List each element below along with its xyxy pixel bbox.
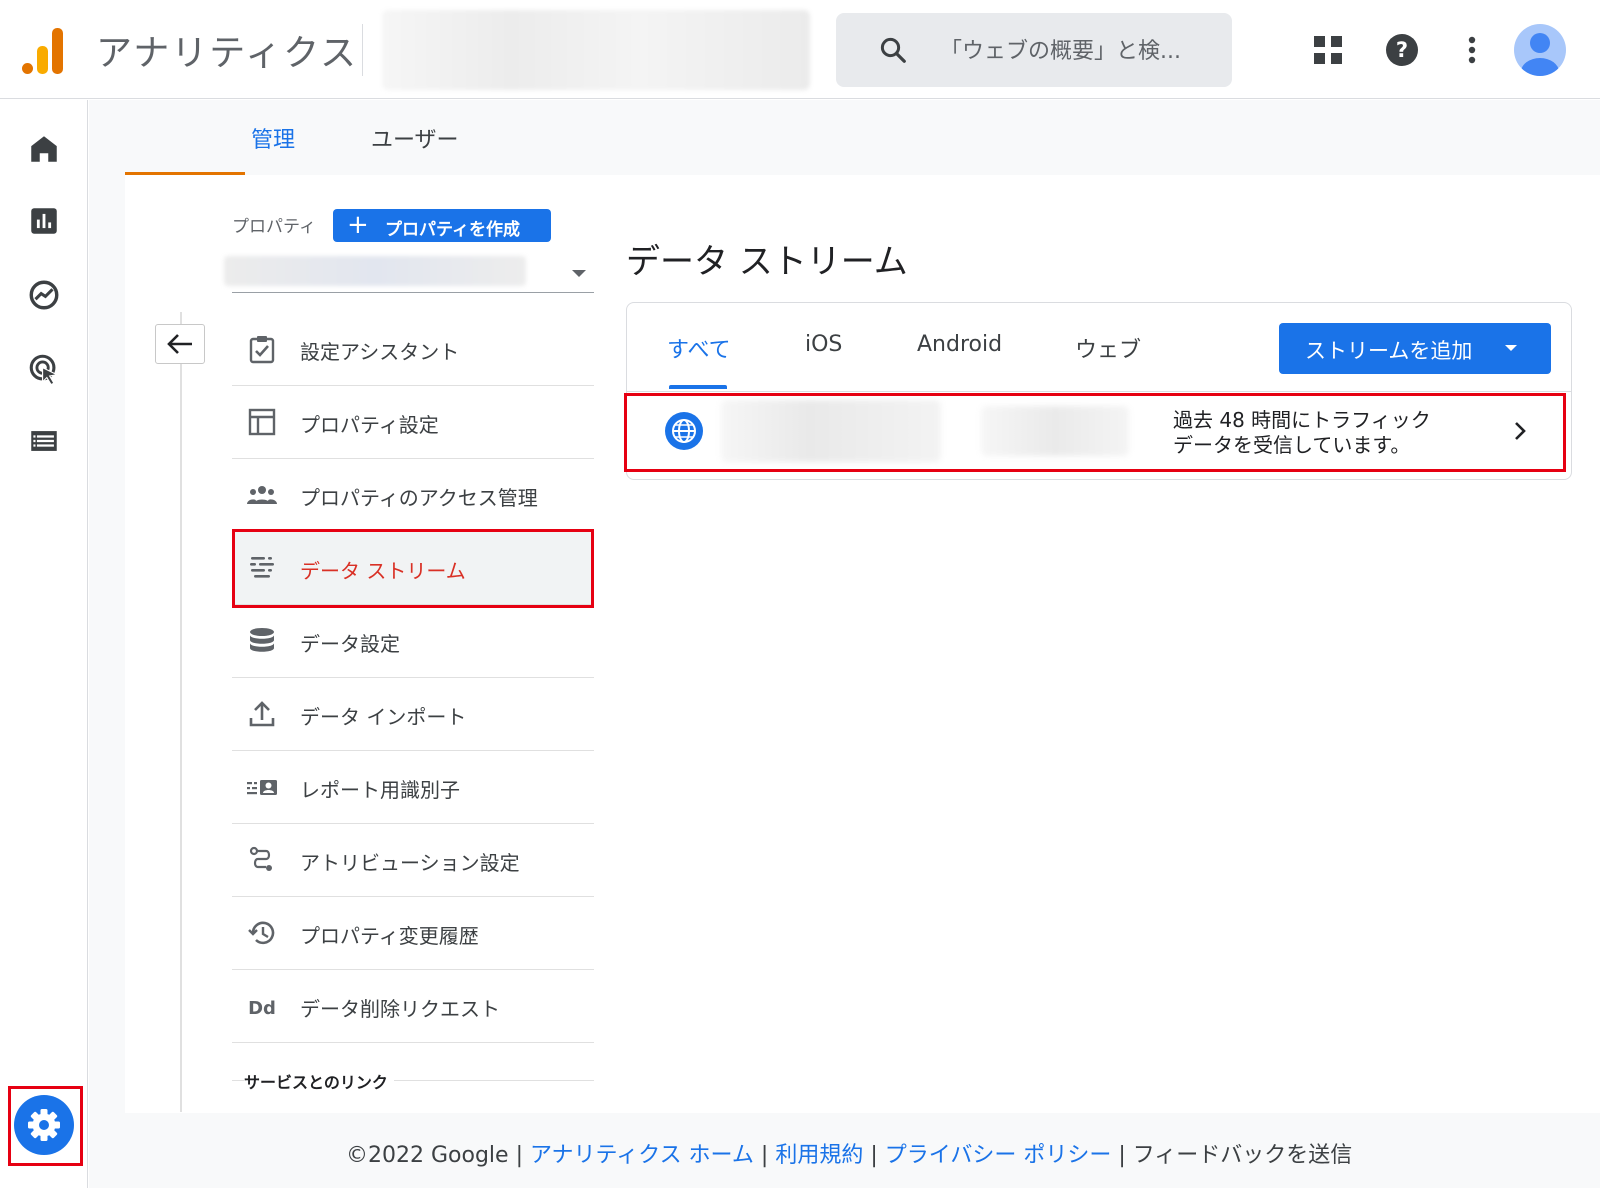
link-analytics-home[interactable]: アナリティクス ホーム — [530, 1143, 754, 1168]
menu-item-label: レポート用識別子 — [300, 778, 460, 802]
menu-item-label: プロパティのアクセス管理 — [300, 486, 538, 510]
menu-item-data-deletion[interactable]: Dd データ削除リクエスト — [232, 970, 594, 1043]
property-selector[interactable] — [224, 256, 526, 286]
menu-item-label: データ削除リクエスト — [300, 997, 500, 1021]
footer-separator: | — [760, 1143, 769, 1168]
tab-web[interactable]: ウェブ — [1075, 332, 1141, 364]
tab-user[interactable]: ユーザー — [371, 122, 459, 154]
explore-icon[interactable] — [27, 278, 61, 312]
arrow-back-icon — [167, 334, 192, 354]
tab-active-indicator — [669, 385, 727, 389]
menu-item-label: プロパティ変更履歴 — [300, 924, 479, 948]
data-streams-highlight-box — [232, 529, 594, 608]
stream-highlight-box — [624, 393, 1566, 472]
menu-item-label: 設定アシスタント — [300, 340, 460, 364]
menu-item-setup-assistant[interactable]: 設定アシスタント — [232, 313, 594, 386]
tab-ios[interactable]: iOS — [805, 332, 842, 357]
copyright: ©2022 Google — [346, 1143, 509, 1168]
avatar[interactable] — [1514, 24, 1566, 76]
menu-item-property-settings[interactable]: プロパティ設定 — [232, 386, 594, 459]
dropdown-caret-icon[interactable] — [572, 270, 586, 277]
add-stream-label: ストリームを追加 — [1305, 339, 1473, 363]
plus-icon: + — [347, 210, 369, 240]
dd-icon: Dd — [248, 998, 276, 1019]
search-icon — [880, 37, 906, 63]
menu-item-access-management[interactable]: プロパティのアクセス管理 — [232, 459, 594, 532]
app-title: アナリティクス — [96, 33, 359, 74]
more-vert-icon[interactable] — [1452, 30, 1492, 70]
menu-item-label: アトリビューション設定 — [300, 851, 520, 875]
create-property-label: プロパティを作成 — [385, 220, 520, 240]
home-icon[interactable] — [27, 132, 61, 166]
menu-item-data-settings[interactable]: データ設定 — [232, 605, 594, 678]
analytics-logo-icon[interactable] — [22, 26, 66, 74]
svg-text:Dd: Dd — [248, 998, 276, 1019]
search-bar[interactable]: 「ウェブの概要」と検... — [836, 13, 1232, 87]
menu-item-label: プロパティ設定 — [300, 413, 439, 437]
footer-separator: | — [1118, 1143, 1126, 1168]
configure-icon[interactable] — [27, 424, 61, 458]
dropdown-caret-icon — [1505, 345, 1517, 351]
admin-settings-button[interactable] — [14, 1095, 74, 1155]
checklist-icon — [249, 336, 275, 364]
identifier-icon — [247, 780, 277, 795]
people-icon — [247, 486, 277, 504]
top-bar: アナリティクス 「ウェブの概要」と検... ? — [0, 0, 1600, 99]
feedback-link[interactable]: フィードバックを送信 — [1133, 1143, 1353, 1168]
svg-text:?: ? — [1396, 38, 1408, 62]
menu-item-label: データ インポート — [300, 705, 467, 729]
menu-item-change-history[interactable]: プロパティ変更履歴 — [232, 897, 594, 970]
add-stream-button[interactable]: ストリームを追加 — [1279, 323, 1551, 374]
reports-icon[interactable] — [27, 204, 61, 238]
footer-separator: | — [870, 1143, 878, 1168]
link-privacy[interactable]: プライバシー ポリシー — [885, 1143, 1112, 1168]
column-divider — [180, 312, 182, 1112]
service-links-heading: サービスとのリンク — [244, 1069, 394, 1093]
apps-grid-icon[interactable] — [1308, 30, 1348, 70]
help-icon[interactable]: ? — [1382, 30, 1422, 70]
property-label: プロパティ — [232, 217, 316, 237]
account-icon — [1521, 33, 1559, 76]
database-icon — [250, 628, 274, 652]
advertising-icon[interactable] — [27, 352, 61, 386]
menu-item-reporting-identity[interactable]: レポート用識別子 — [232, 751, 594, 824]
left-nav-rail — [0, 100, 88, 1188]
create-property-button[interactable]: + プロパティを作成 — [333, 209, 551, 242]
tab-admin[interactable]: 管理 — [251, 122, 295, 154]
history-icon — [248, 921, 275, 945]
layout-icon — [248, 408, 276, 436]
menu-item-data-import[interactable]: データ インポート — [232, 678, 594, 751]
attribution-icon — [249, 846, 272, 871]
upload-icon — [249, 701, 275, 727]
property-selector-underline — [232, 292, 594, 293]
footer: ©2022 Google | アナリティクス ホーム | 利用規約 | プライバ… — [346, 1137, 1352, 1169]
admin-tabs: 管理 ユーザー — [89, 100, 1600, 175]
menu-item-label: データ設定 — [300, 632, 400, 656]
back-button[interactable] — [155, 324, 205, 364]
link-terms[interactable]: 利用規約 — [775, 1143, 863, 1168]
menu-item-attribution-settings[interactable]: アトリビューション設定 — [232, 824, 594, 897]
tab-all[interactable]: すべて — [667, 332, 731, 364]
gear-icon — [28, 1109, 60, 1141]
search-placeholder[interactable]: 「ウェブの概要」と検... — [940, 33, 1181, 65]
title-divider — [362, 24, 363, 76]
tab-android[interactable]: Android — [917, 332, 1002, 357]
page-title: データ ストリーム — [626, 242, 908, 282]
account-selector[interactable] — [382, 10, 810, 90]
footer-separator: | — [515, 1143, 523, 1168]
